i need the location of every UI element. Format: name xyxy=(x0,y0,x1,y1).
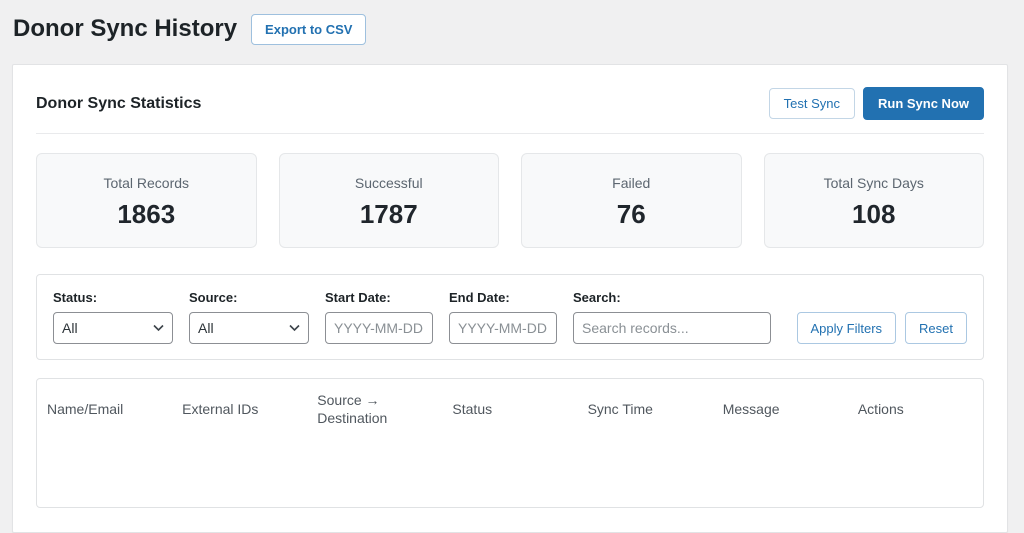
status-select[interactable]: All xyxy=(53,312,173,344)
column-header-external-ids: External IDs xyxy=(182,401,259,417)
column-header-actions: Actions xyxy=(857,401,904,417)
status-select-wrap: All xyxy=(53,312,173,344)
sync-statistics-card: Donor Sync Statistics Test Sync Run Sync… xyxy=(12,64,1008,533)
apply-filters-button[interactable]: Apply Filters xyxy=(796,312,897,344)
card-header: Donor Sync Statistics Test Sync Run Sync… xyxy=(36,87,984,120)
source-label: Source: xyxy=(189,290,238,305)
end-date-input[interactable] xyxy=(449,312,557,344)
column-header-name-email: Name/Email xyxy=(47,401,124,417)
card-title: Donor Sync Statistics xyxy=(36,94,202,112)
column-header-status: Status xyxy=(452,401,493,417)
stat-value: 108 xyxy=(852,199,896,229)
stat-label: Total Sync Days xyxy=(823,175,924,191)
status-label: Status: xyxy=(53,290,98,305)
export-csv-button[interactable]: Export to CSV xyxy=(251,13,367,45)
filter-group-end-date: End Date: xyxy=(449,290,557,344)
run-sync-now-button[interactable]: Run Sync Now xyxy=(862,87,984,120)
stat-value: 1863 xyxy=(117,199,176,229)
column-header-source-destination: Source → Destination xyxy=(317,392,388,426)
end-date-label: End Date: xyxy=(449,290,510,305)
page-header: Donor Sync History Export to CSV xyxy=(0,0,1024,45)
source-select[interactable]: All xyxy=(189,312,309,344)
filter-group-start-date: Start Date: xyxy=(325,290,433,344)
filter-group-source: Source: All xyxy=(189,290,309,344)
filter-bar: Status: All Source: All Start Date: YYYY… xyxy=(36,274,984,360)
stat-label: Successful xyxy=(354,175,423,191)
sync-history-table: Name/Email External IDs Source → Destina… xyxy=(36,378,984,508)
start-date-label: Start Date: xyxy=(325,290,391,305)
stat-value: 76 xyxy=(616,199,646,229)
column-header-sync-time: Sync Time xyxy=(587,401,653,417)
reset-button[interactable]: Reset xyxy=(905,312,967,344)
stat-successful: Successful 1787 xyxy=(278,153,499,248)
stats-row: Total Records 1863 Successful 1787 Faile… xyxy=(36,153,984,248)
start-date-input[interactable] xyxy=(325,312,433,344)
divider xyxy=(36,133,984,134)
filter-actions: Apply Filters Reset xyxy=(796,312,967,344)
page-title: Donor Sync History xyxy=(13,15,238,42)
column-header-message: Message xyxy=(722,401,780,417)
stat-total-records: Total Records 1863 xyxy=(36,153,257,248)
source-select-wrap: All xyxy=(189,312,309,344)
stat-failed: Failed 76 xyxy=(521,153,742,248)
test-sync-button[interactable]: Test Sync xyxy=(768,88,855,119)
stat-label: Total Records xyxy=(103,175,190,191)
stat-total-sync-days: Total Sync Days 108 xyxy=(763,153,984,248)
stat-label: Failed xyxy=(612,175,651,191)
filter-group-search: Search: xyxy=(573,290,771,344)
card-header-actions: Test Sync Run Sync Now xyxy=(768,87,984,120)
search-input[interactable] xyxy=(573,312,771,344)
search-label: Search: xyxy=(573,290,621,305)
table-header-row: Name/Email External IDs Source → Destina… xyxy=(37,379,983,439)
stat-value: 1787 xyxy=(359,199,418,229)
filter-group-status: Status: All xyxy=(53,290,173,344)
